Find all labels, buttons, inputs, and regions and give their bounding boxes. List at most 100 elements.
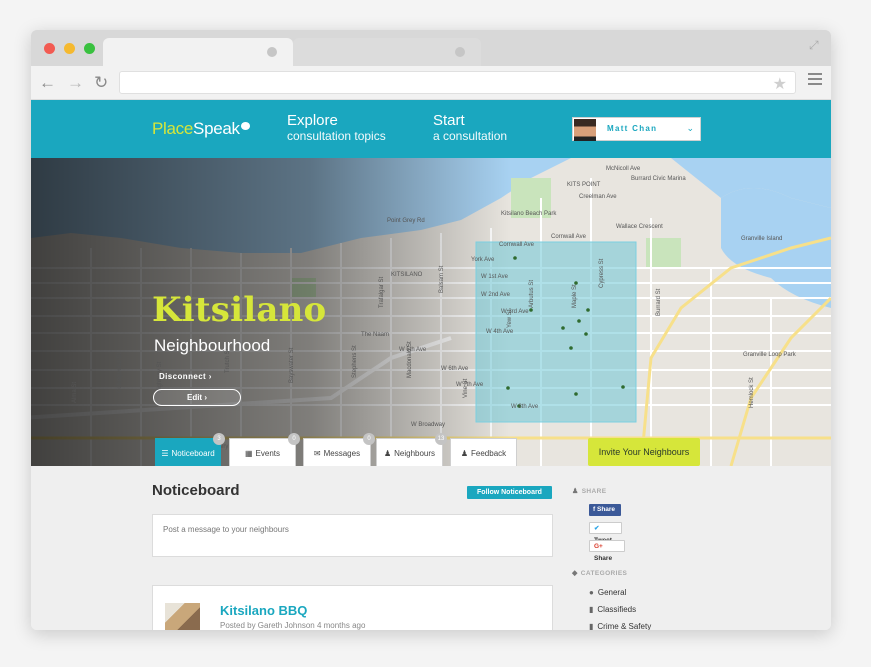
forward-arrow-icon[interactable]: → [67, 74, 84, 91]
neighbourhood-hero: Burrard Civic Marina KITS POINT York Ave Po… [31, 158, 831, 466]
map-street-label: Arbutus St [529, 280, 535, 308]
close-tab-icon[interactable] [267, 47, 277, 57]
category-general[interactable]: ● General [589, 588, 626, 597]
minimize-window-button[interactable] [64, 43, 75, 54]
share-heading: ♟ SHARE [572, 488, 607, 495]
close-window-button[interactable] [44, 43, 55, 54]
close-tab-icon[interactable] [455, 47, 465, 57]
map-street-label: Burrard Civic Marina [631, 176, 686, 182]
reload-icon[interactable]: ↻ [94, 74, 108, 91]
neighbourhood-title: Kitsilano [152, 290, 327, 330]
map-street-label: Bayswater St [289, 347, 295, 383]
map-street-label: Kitsilano Beach Park [501, 211, 557, 217]
noticeboard-post: Kitsilano BBQ Posted by Gareth Johnson 4… [152, 585, 553, 630]
map-street-label: Hemlock St [749, 377, 755, 408]
tab-count-badge: 0 [288, 433, 300, 445]
map-street-label: Granville Loop Park [743, 352, 797, 358]
noticeboard-section: Noticeboard Follow Noticeboard Post a me… [31, 466, 831, 630]
placespeak-logo[interactable]: PlaceSpeak [152, 119, 250, 139]
user-icon: ♟ [460, 449, 469, 458]
disconnect-link[interactable]: Disconnect › [159, 372, 212, 381]
avatar[interactable] [165, 603, 200, 630]
map-street-label: Trafalgar St [379, 277, 385, 308]
logo-text-speak: Speak [193, 119, 240, 138]
tab-count-badge: 3 [213, 433, 225, 445]
nav-explore[interactable]: Explore consultation topics [287, 112, 386, 144]
map-street-label: Balsam St [439, 265, 445, 293]
nav-start[interactable]: Start a consultation [433, 112, 507, 144]
follow-noticeboard-button[interactable]: Follow Noticeboard [467, 486, 552, 499]
map-street-label: W 2nd Ave [481, 292, 511, 298]
fullscreen-icon[interactable]: ⤢ [809, 38, 823, 52]
map-street-label: W 4th Ave [486, 329, 514, 335]
google-plus-share-button[interactable]: G+ Share [589, 540, 625, 562]
nav-explore-title: Explore [287, 112, 338, 129]
tab-feedback[interactable]: ♟ Feedback [450, 438, 517, 466]
page: PlaceSpeak Explore consultation topics S… [31, 100, 831, 630]
address-bar[interactable]: ★ [119, 71, 796, 94]
map-street-label: W 7th Ave [456, 382, 484, 388]
map-street-label: Point Grey Rd [387, 218, 425, 224]
map-street-label: Cornwall Ave [499, 242, 535, 248]
tab-label: Noticeboard [171, 449, 215, 458]
map-street-label: McNicoll Ave [606, 166, 641, 172]
tab-events[interactable]: ▦ Events 0 [229, 433, 300, 466]
post-title-link[interactable]: Kitsilano BBQ [220, 603, 307, 618]
neighbourhood-subtitle: Neighbourhood [154, 336, 271, 355]
map-street-label: KITSILANO [391, 272, 423, 278]
neighbourhood-map[interactable]: Burrard Civic Marina KITS POINT York Ave Po… [31, 158, 831, 466]
tab-neighbours[interactable]: ♟ Neighbours 13 [376, 433, 447, 466]
map-street-label: Wallace Crescent [616, 224, 663, 230]
map-street-label: W 8th Ave [511, 404, 539, 410]
category-crime-safety[interactable]: ▮ Crime & Safety [589, 622, 651, 630]
map-street-label: Collingwood St [117, 353, 123, 393]
document-icon: ▮ [589, 605, 594, 614]
map-street-label: Alma St [72, 382, 78, 403]
tab-count-badge: 13 [435, 433, 447, 445]
map-street-label: Stephens St [352, 345, 358, 378]
site-header: PlaceSpeak Explore consultation topics S… [31, 100, 831, 158]
user-icon: ♟ [572, 488, 579, 495]
hamburger-menu-icon[interactable] [808, 73, 822, 85]
tab-count-badge: 0 [363, 433, 375, 445]
tab-noticeboard[interactable]: ☰ Noticeboard 3 [155, 433, 225, 466]
nav-explore-subtitle: consultation topics [287, 129, 386, 143]
map-street-label: Vine St [463, 378, 469, 398]
chevron-down-icon: ⌄ [686, 123, 694, 133]
google-plus-icon: G+ [594, 543, 603, 550]
facebook-share-button[interactable]: f Share [589, 504, 621, 516]
disconnect-label: Disconnect [159, 372, 207, 381]
map-street-label: York Ave [471, 257, 495, 263]
browser-toolbar: ← → ↻ ★ [31, 66, 831, 100]
browser-window: ⤢ ← → ↻ ★ PlaceSpeak Explore consultatio… [31, 30, 831, 630]
user-menu-dropdown[interactable]: Matt Chan ⌄ [572, 117, 701, 141]
tweet-button[interactable]: ✔ Tweet [589, 522, 622, 544]
edit-button[interactable]: Edit › [153, 389, 241, 406]
map-street-label: Cornwall Ave [551, 234, 587, 240]
nav-start-subtitle: a consultation [433, 129, 508, 143]
post-placeholder: Post a message to your neighbours [163, 525, 289, 534]
globe-icon: ● [589, 588, 594, 597]
category-classifieds[interactable]: ▮ Classifieds [589, 605, 636, 614]
user-icon: ♟ [383, 449, 392, 458]
back-arrow-icon[interactable]: ← [39, 74, 56, 91]
post-message-input[interactable]: Post a message to your neighbours [152, 514, 553, 557]
browser-tab[interactable] [103, 38, 293, 66]
map-street-label: W Broadway [411, 422, 445, 428]
maximize-window-button[interactable] [84, 43, 95, 54]
invite-neighbours-button[interactable]: Invite Your Neighbours [588, 438, 700, 466]
browser-tab-strip: ⤢ [31, 30, 831, 66]
categories-heading: ◆ CATEGORIES [572, 570, 628, 577]
tab-label: Messages [323, 449, 361, 458]
lock-icon: ▮ [589, 622, 594, 630]
bookmark-star-icon[interactable]: ★ [773, 74, 787, 94]
map-street-label: Burrard St [656, 288, 662, 316]
calendar-icon: ▦ [244, 449, 253, 458]
map-street-label: Granville Island [741, 236, 782, 242]
tab-label: Feedback [471, 449, 507, 458]
tag-icon: ◆ [572, 570, 578, 577]
browser-tab[interactable] [293, 38, 481, 66]
tab-messages[interactable]: ✉ Messages 0 [303, 433, 375, 466]
chevron-right-icon: › [204, 393, 207, 402]
list-icon: ☰ [161, 449, 169, 458]
